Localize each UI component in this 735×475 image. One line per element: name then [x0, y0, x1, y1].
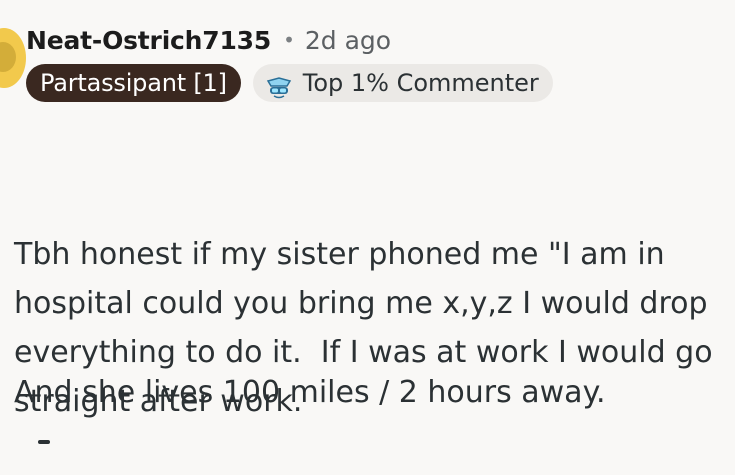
timestamp[interactable]: 2d ago [305, 26, 391, 55]
avatar[interactable] [0, 28, 26, 88]
top-commenter-icon [265, 72, 293, 99]
avatar-face [0, 42, 16, 72]
username-link[interactable]: Neat-Ostrich7135 [26, 26, 271, 55]
comment-header: Neat-Ostrich7135 • 2d ago [26, 22, 391, 58]
flair-row: Partassipant [1] Top 1% Commenter [26, 64, 553, 102]
cut-off-glyph [38, 440, 50, 444]
separator-dot: • [283, 28, 295, 52]
user-flair: Partassipant [1] [26, 64, 241, 102]
badge-label: Top 1% Commenter [302, 69, 539, 97]
comment-paragraph: And she lives 100 miles / 2 hours away. [14, 375, 606, 410]
top-commenter-badge[interactable]: Top 1% Commenter [252, 64, 553, 102]
comment-body: Tbh honest if my sister phoned me "I am … [14, 132, 734, 475]
